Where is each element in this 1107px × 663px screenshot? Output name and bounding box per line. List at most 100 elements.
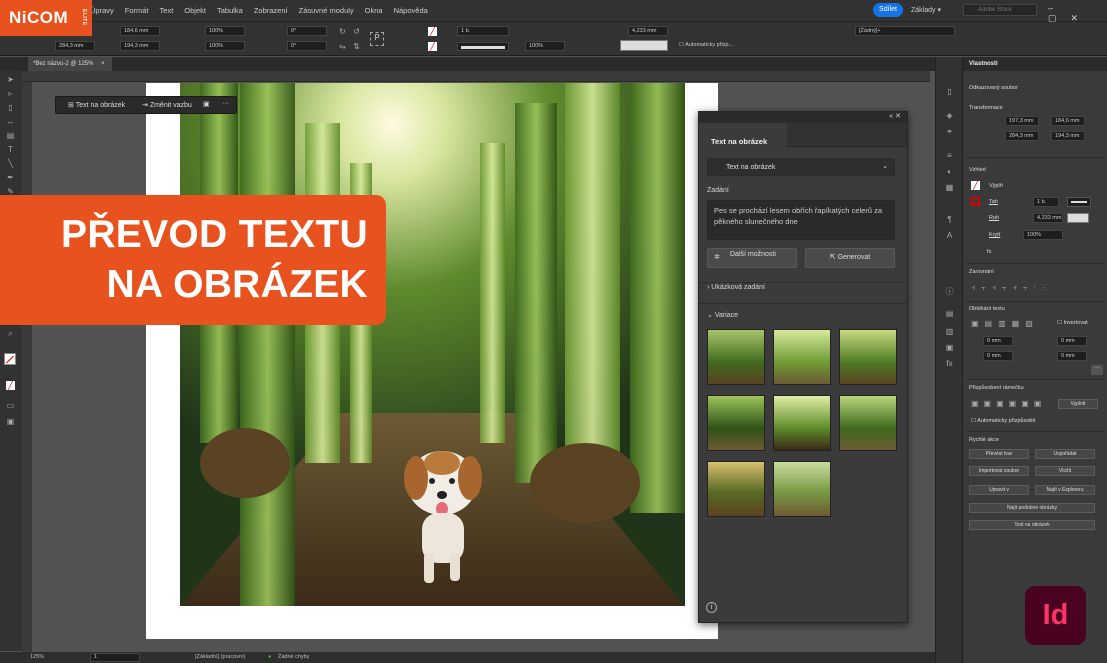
zoom-tool-icon[interactable]: ⌕ [6,329,15,338]
shear-field[interactable]: 0° [287,41,327,51]
stroke-type-select[interactable] [1067,197,1091,207]
generation-type-dropdown[interactable]: Text na obrázek ⌄ [707,158,895,176]
variation-thumb-2[interactable] [773,329,831,385]
width-field[interactable]: 184,6 mm [120,26,160,36]
panel-collapse-icon[interactable]: « ✕ [889,112,901,120]
screen-mode-icon[interactable]: ▭ [6,401,15,410]
wrap-buttons[interactable]: ▣▤▥▦▧ [971,319,1039,328]
stroke-panel-icon[interactable]: ≡ [945,151,954,160]
text-to-image-ctx-button[interactable]: ⊞ Text na obrázek [68,101,125,109]
menu-plugins[interactable]: Zásuvné moduly [299,6,354,15]
selection-tool-icon[interactable]: ➤ [6,75,15,84]
page-tool-icon[interactable]: ▯ [6,103,15,112]
more-options-icon[interactable]: ··· [1091,365,1103,375]
close-tab-icon[interactable]: × [101,61,105,67]
corner-shape-select[interactable] [1067,213,1089,223]
links-icon[interactable]: ⚭ [945,127,954,136]
import-file-button[interactable]: Importovat soubor [969,466,1029,476]
prop-x-field[interactable]: 197,3 mm [1005,116,1039,126]
color-icon[interactable]: ◐ [945,167,954,176]
prompt-textarea[interactable]: Pes se prochází lesem obřích řapíkatých … [707,200,895,240]
zoom-field[interactable]: 100% [525,41,565,51]
opacity-field[interactable]: 100% [1023,230,1063,240]
variation-thumb-7[interactable] [707,461,765,517]
frame-icon[interactable]: ▣ [203,100,210,108]
apply-none-icon[interactable]: ╱ [6,381,15,390]
more-icon[interactable]: ··· [222,100,229,107]
variation-thumb-6[interactable] [839,395,897,451]
stroke-weight-field[interactable]: 1 b. [457,26,509,36]
stroke-style-select[interactable] [457,42,509,51]
window-controls[interactable]: –▢✕ [1048,3,1107,24]
fitting-buttons[interactable]: ▣▣▣▣▣▣ [971,399,1046,408]
swatches-icon[interactable]: ▦ [945,183,954,192]
variation-thumb-3[interactable] [839,329,897,385]
wrap-bottom-field[interactable]: 0 mm [983,351,1013,361]
generated-image-frame[interactable] [180,83,685,606]
scale-x-field[interactable]: 100% [205,26,245,36]
share-button[interactable]: Sdílet [873,3,903,17]
paragraph-styles-icon[interactable]: ¶ [945,215,954,224]
text-to-image-quick-button[interactable]: Text na obrázek [969,520,1095,530]
page-number-field[interactable]: 1 [90,653,140,662]
edit-with-button[interactable]: Upravit v [969,485,1029,495]
menu-window[interactable]: Okna [365,6,383,15]
stroke-none-icon[interactable]: ╱ [428,42,437,51]
swatch-preview[interactable] [620,40,668,51]
convert-shape-button[interactable]: Převést tvar [969,449,1029,459]
zoom-level[interactable]: 125% [30,654,44,660]
reveal-in-explorer-button[interactable]: Najít v Exploreru [1035,485,1095,495]
paragraph-icon[interactable]: P [370,32,384,46]
info-panel-icon[interactable]: ⓘ [945,287,954,296]
rotate-ccw-icon[interactable]: ↺ [352,27,361,36]
wrap-top-field[interactable]: 0 mm [983,336,1013,346]
stroke-weight-prop[interactable]: 1 b. [1033,197,1059,207]
type-tool-icon[interactable]: T [6,145,15,154]
variations-toggle[interactable]: ⌄ Variace [707,311,738,319]
cell-styles-icon[interactable]: ▥ [945,327,954,336]
corner-size-field[interactable]: 4,233 mm [1033,213,1063,223]
relink-button[interactable]: ⇥ Změnit vazbu [142,101,192,109]
line-tool-icon[interactable]: ╲ [6,159,15,168]
auto-fit-checkbox[interactable]: ☐ Automaticky přizp... [679,42,733,48]
size-field[interactable]: 4,233 mm [628,26,668,36]
generate-button[interactable]: ⇱ Generovat [805,248,895,268]
fx-icon[interactable]: fx. [987,249,993,255]
layers-icon[interactable]: ◈ [945,111,954,120]
menu-text[interactable]: Text [160,6,174,15]
wrap-left-field[interactable]: 0 mm [1057,351,1087,361]
fill-none-icon[interactable]: ╱ [428,27,437,36]
place-button[interactable]: Vložit [1035,466,1095,476]
flip-h-icon[interactable]: ⇋ [338,42,347,51]
auto-fit-prop-checkbox[interactable]: ☐ Automaticky přizpůsobit [971,418,1035,424]
preview-mode-icon[interactable]: ▣ [6,417,15,426]
rotate-cw-icon[interactable]: ↻ [338,27,347,36]
menu-help[interactable]: Nápověda [394,6,428,15]
height-field[interactable]: 194,3 mm [120,41,160,51]
invert-checkbox[interactable]: ☐ Invertovat [1057,320,1088,326]
align-buttons[interactable]: ⫞⫟⫞⫟⫞⫟⫶⁙ [971,283,1053,293]
prop-y-field[interactable]: 284,3 mm [1005,131,1039,141]
arrange-button[interactable]: Uspořádat [1035,449,1095,459]
more-options-button[interactable]: ✲ Další možnosti [707,248,797,268]
pathfinder-icon[interactable]: ▣ [945,343,954,352]
scale-y-field[interactable]: 100% [205,41,245,51]
flip-v-icon[interactable]: ⇅ [352,42,361,51]
direct-selection-tool-icon[interactable]: ▹ [6,89,15,98]
content-collector-icon[interactable]: ▤ [6,131,15,140]
info-icon[interactable]: i [706,602,717,613]
gap-tool-icon[interactable]: ↔ [6,117,15,126]
stock-search-input[interactable]: Adobe Stock [963,4,1037,16]
pages-icon[interactable]: ▯ [945,87,954,96]
variation-thumb-4[interactable] [707,395,765,451]
wrap-right-field[interactable]: 0 mm [1057,336,1087,346]
y-field[interactable]: 284,3 mm [55,41,95,51]
menu-object[interactable]: Objekt [184,6,206,15]
variation-thumb-8[interactable] [773,461,831,517]
menu-view[interactable]: Zobrazení [254,6,288,15]
prop-w-field[interactable]: 184,6 mm [1051,116,1085,126]
panel-tab[interactable]: Text na obrázek [699,123,788,154]
document-tab[interactable]: *Bez názvu-2 @ 125% × [28,57,112,71]
prop-stroke-icon[interactable] [971,197,980,206]
find-similar-images-button[interactable]: Najít podobné obrázky [969,503,1095,513]
